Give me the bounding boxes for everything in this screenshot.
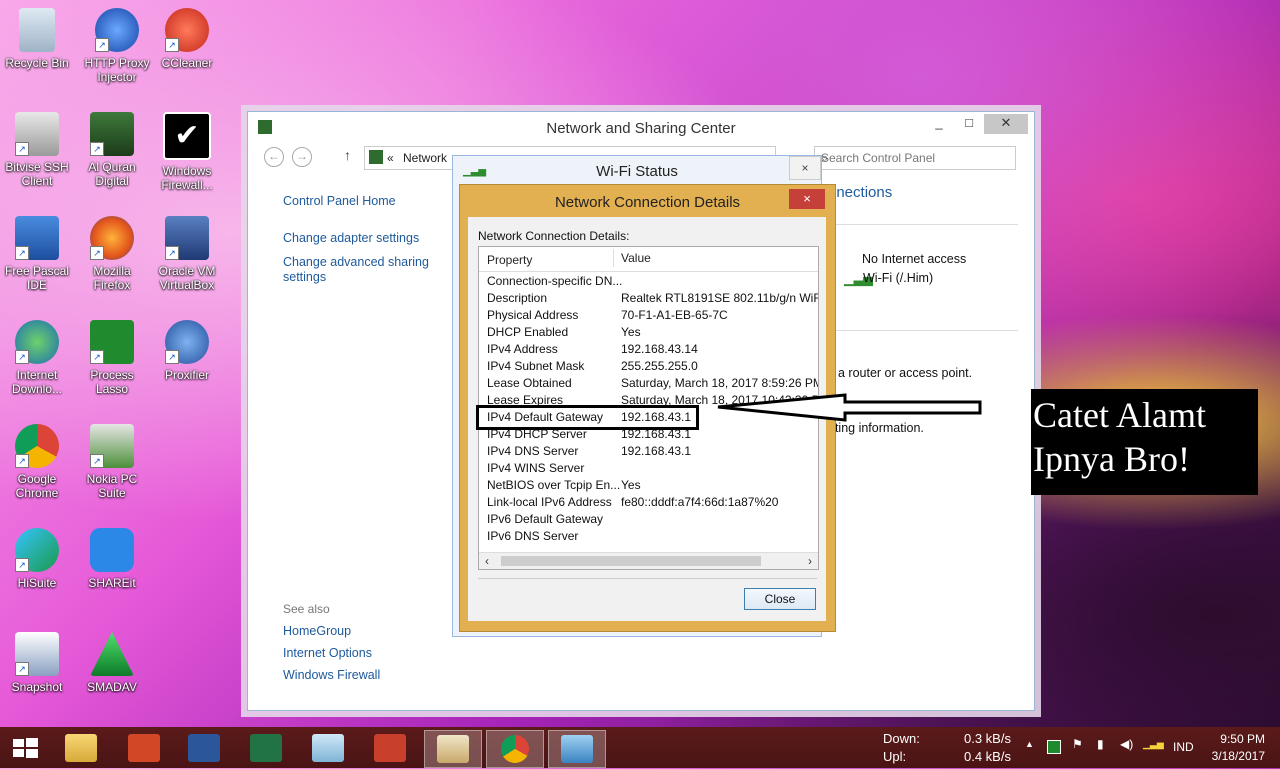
notes-icon xyxy=(312,734,344,762)
taskbar-paint[interactable] xyxy=(424,730,482,768)
net-down-value: 0.3 kB/s xyxy=(964,731,1011,746)
taskbar-book[interactable] xyxy=(362,730,418,766)
taskbar-notes[interactable] xyxy=(300,730,356,766)
show-hidden-icons-icon[interactable]: ▲ xyxy=(1025,739,1034,749)
annotation-line-1: Catet Alamt xyxy=(1033,395,1206,435)
paint-icon xyxy=(437,735,469,763)
taskbar: Down: 0.3 kB/s Upl: 0.4 kB/s ▲ ⚑ ▮ ◀) ▁▃… xyxy=(0,727,1280,768)
start-button[interactable] xyxy=(0,730,56,766)
language-indicator[interactable]: IND xyxy=(1173,740,1194,754)
annotation-line-2: Ipnya Bro! xyxy=(1033,439,1190,479)
clock-date[interactable]: 3/18/2017 xyxy=(1205,749,1265,763)
taskbar-chrome[interactable] xyxy=(486,730,544,768)
net-down-label: Down: xyxy=(883,731,920,746)
battery-icon[interactable]: ▮ xyxy=(1097,737,1104,751)
taskbar-file-explorer[interactable] xyxy=(53,730,109,766)
net-up-value: 0.4 kB/s xyxy=(964,749,1011,764)
word-icon xyxy=(188,734,220,762)
flag-icon[interactable]: ⚑ xyxy=(1072,737,1083,751)
control-panel-icon xyxy=(561,735,593,763)
windows-logo-icon xyxy=(13,738,38,758)
wifi-tray-icon[interactable]: ▁▃▅ xyxy=(1143,739,1164,750)
excel-icon xyxy=(250,734,282,762)
volume-icon[interactable]: ◀) xyxy=(1120,737,1133,751)
taskbar-powerpoint[interactable] xyxy=(116,730,172,766)
folder-icon xyxy=(65,734,97,762)
powerpoint-icon xyxy=(128,734,160,762)
annotation-note: Catet Alamt Ipnya Bro! xyxy=(1031,389,1258,495)
net-up-label: Upl: xyxy=(883,749,907,764)
taskbar-excel[interactable] xyxy=(238,730,294,766)
clock-time[interactable]: 9:50 PM xyxy=(1215,732,1265,746)
chrome-icon xyxy=(501,735,529,763)
smadav-tray-icon[interactable] xyxy=(1047,740,1061,754)
taskbar-word[interactable] xyxy=(176,730,232,766)
annotation-arrow-icon xyxy=(717,393,982,422)
book-icon xyxy=(374,734,406,762)
taskbar-control-panel[interactable] xyxy=(548,730,606,768)
